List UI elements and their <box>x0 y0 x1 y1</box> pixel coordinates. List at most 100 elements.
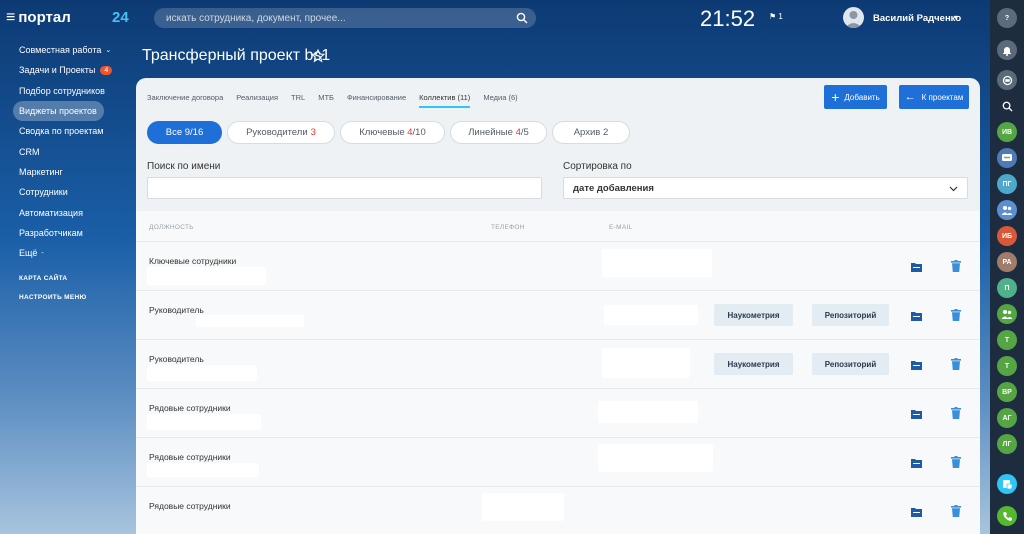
contact-avatar[interactable]: ИВ <box>997 122 1017 142</box>
contact-avatar[interactable]: ВР <box>997 382 1017 402</box>
sort-select[interactable]: дате добавления <box>563 177 968 199</box>
trash-icon[interactable] <box>951 309 961 321</box>
row-role: Рядовые сотрудники <box>149 403 231 413</box>
repository-button[interactable]: Репозиторий <box>812 304 889 326</box>
search-icon[interactable] <box>516 12 528 24</box>
search-icon[interactable] <box>997 96 1017 116</box>
tab-financing[interactable]: Финансирование <box>347 93 406 108</box>
folder-icon[interactable] <box>911 507 922 517</box>
tab-implementation[interactable]: Реализация <box>236 93 278 108</box>
page-title: Трансферный проект bs1 <box>142 47 331 64</box>
chevron-down-icon: ⌄ <box>105 47 112 55</box>
menu-item-marketing[interactable]: Маркетинг <box>13 162 133 182</box>
logo-text: портал <box>18 9 71 26</box>
menu-item-summary[interactable]: Сводка по проектам <box>13 121 133 141</box>
redacted-name <box>147 463 259 477</box>
filter-archive[interactable]: Архив 2 <box>552 121 630 144</box>
tab-contract[interactable]: Заключение договора <box>147 93 223 108</box>
menu-item-collab[interactable]: Совместная работа ⌄ <box>13 40 133 60</box>
contact-avatar[interactable]: ИБ <box>997 226 1017 246</box>
trash-icon[interactable] <box>951 260 961 272</box>
menu-item-recruiting[interactable]: Подбор сотрудников <box>13 81 133 101</box>
filter-label: Линейные <box>468 127 513 138</box>
filter-label: Ключевые <box>359 127 405 138</box>
filter-key[interactable]: Ключевые 4/10 <box>340 121 445 144</box>
scientometrics-button[interactable]: Наукометрия <box>714 353 793 375</box>
col-email: E-MAIL <box>609 224 633 231</box>
menu-item-label: Сводка по проектам <box>19 126 104 137</box>
search-name-input[interactable] <box>147 177 542 199</box>
user-avatar[interactable] <box>843 7 864 28</box>
project-tabs: Заключение договора Реализация TRL МТБ Ф… <box>147 93 531 108</box>
team-table: ДОЛЖНОСТЬ ТЕЛЕФОН E-MAIL Ключевые сотруд… <box>136 211 980 534</box>
configure-menu-link[interactable]: НАСТРОИТЬ МЕНЮ <box>13 294 133 301</box>
menu-item-crm[interactable]: CRM <box>13 141 133 161</box>
contact-avatar[interactable]: ПГ <box>997 174 1017 194</box>
contact-avatar[interactable]: ЛГ <box>997 434 1017 454</box>
users-icon[interactable] <box>997 304 1017 324</box>
sitemap-link[interactable]: КАРТА САЙТА <box>13 275 133 282</box>
tab-mtb[interactable]: МТБ <box>318 93 334 108</box>
contact-avatar[interactable]: РА <box>997 252 1017 272</box>
tab-team[interactable]: Коллектив (11) <box>419 93 471 108</box>
folder-icon[interactable] <box>911 458 922 468</box>
trash-icon[interactable] <box>951 505 961 517</box>
scientometrics-button[interactable]: Наукометрия <box>714 304 793 326</box>
clock: 21:52 <box>700 6 756 31</box>
add-chat-icon[interactable] <box>997 474 1017 494</box>
trash-icon[interactable] <box>951 407 961 419</box>
bell-icon[interactable] <box>997 40 1017 60</box>
trash-icon[interactable] <box>951 358 961 370</box>
project-card: Заключение договора Реализация TRL МТБ Ф… <box>136 78 980 534</box>
contact-avatar[interactable]: П <box>997 278 1017 298</box>
logo-number: 24 <box>112 9 129 26</box>
repository-button[interactable]: Репозиторий <box>812 353 889 375</box>
left-menu: Совместная работа ⌄ Задачи и Проекты 4 Под… <box>13 40 133 301</box>
filter-line[interactable]: Линейные 4/5 <box>450 121 547 144</box>
contact-avatar[interactable]: АГ <box>997 408 1017 428</box>
portal-logo[interactable]: ≡ портал <box>6 9 71 26</box>
filter-all[interactable]: Все 9/16 <box>147 121 222 144</box>
back-to-projects-button[interactable]: ← К проектам <box>899 85 969 109</box>
menu-item-tasks[interactable]: Задачи и Проекты 4 <box>13 60 133 80</box>
users-icon[interactable] <box>997 200 1017 220</box>
redacted-name <box>147 365 257 381</box>
menu-item-more[interactable]: Ещё - <box>13 243 133 263</box>
star-icon[interactable] <box>311 49 325 63</box>
arrow-left-icon: ← <box>904 90 916 103</box>
trash-icon[interactable] <box>951 456 961 468</box>
search-name-label: Поиск по имени <box>147 161 221 172</box>
tab-media[interactable]: Медиа (6) <box>483 93 517 108</box>
folder-icon[interactable] <box>911 262 922 272</box>
chevron-down-icon[interactable]: ▾ <box>954 13 958 22</box>
filter-count: 3 <box>310 127 316 138</box>
menu-item-automation[interactable]: Автоматизация <box>13 202 133 222</box>
menu-item-widgets[interactable]: Виджеты проектов <box>13 100 104 122</box>
search-input[interactable] <box>154 8 536 29</box>
menu-item-developers[interactable]: Разработчикам <box>13 223 133 243</box>
filter-chips: Все 9/16 Руководители 3 Ключевые 4/10 Лин… <box>147 121 635 144</box>
group-chat-icon[interactable] <box>997 148 1017 168</box>
filter-total: /10 <box>412 127 426 138</box>
folder-icon[interactable] <box>911 409 922 419</box>
folder-icon[interactable] <box>911 311 922 321</box>
add-button[interactable]: + Добавить <box>824 85 887 109</box>
table-row: Рядовые сотрудники <box>136 437 980 486</box>
sort-value: дате добавления <box>573 182 654 194</box>
menu-item-employees[interactable]: Сотрудники <box>13 182 133 202</box>
user-name[interactable]: Василий Радченко <box>873 13 961 24</box>
filter-leaders[interactable]: Руководители 3 <box>227 121 335 144</box>
folder-icon[interactable] <box>911 360 922 370</box>
help-icon[interactable]: ? <box>997 8 1017 28</box>
redacted-email <box>598 444 713 472</box>
menu-item-label: Ещё <box>19 248 38 259</box>
table-row: Рядовые сотрудники <box>136 388 980 437</box>
tab-trl[interactable]: TRL <box>291 93 305 108</box>
flag-counter[interactable]: ⚑ 1 <box>769 12 783 21</box>
global-search <box>154 8 536 29</box>
phone-icon[interactable] <box>997 506 1017 526</box>
open-lines-icon[interactable] <box>997 70 1017 90</box>
contact-avatar[interactable]: Т <box>997 330 1017 350</box>
hamburger-icon[interactable]: ≡ <box>6 9 15 26</box>
contact-avatar[interactable]: Т <box>997 356 1017 376</box>
